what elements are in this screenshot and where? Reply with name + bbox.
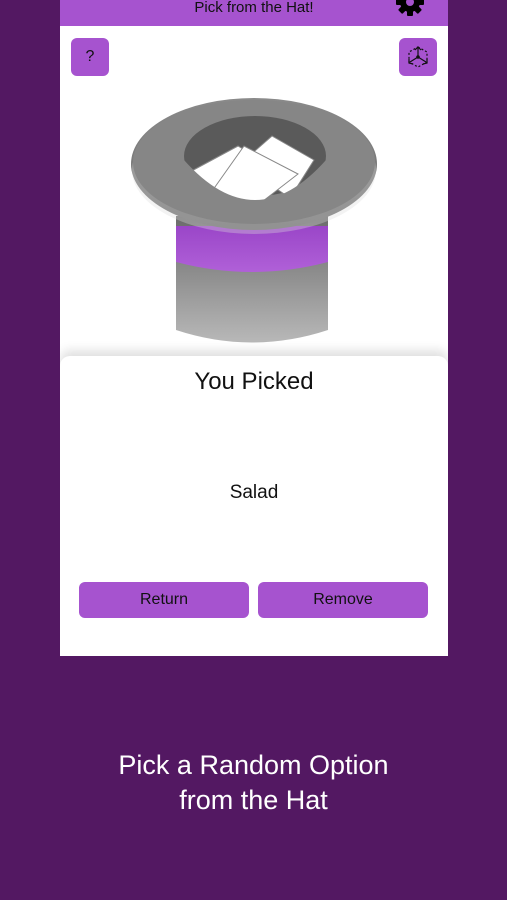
promo-caption-line1: Pick a Random Option xyxy=(118,750,389,780)
remove-button[interactable]: Remove xyxy=(258,582,428,618)
hat-illustration[interactable] xyxy=(130,90,378,350)
picked-item-text: Salad xyxy=(229,482,279,503)
app-title: Pick from the Hat! xyxy=(194,0,314,16)
return-button[interactable]: Return xyxy=(79,582,249,618)
result-heading: You Picked xyxy=(194,368,314,395)
help-button[interactable]: ? xyxy=(71,38,109,76)
shuffle-icon xyxy=(408,46,428,68)
promo-caption-line2: from the Hat xyxy=(179,785,328,815)
gear-icon[interactable] xyxy=(394,0,426,22)
app-screen: Pick from the Hat! ? You Picked Salad Re… xyxy=(60,0,448,656)
result-card: You Picked Salad Return Remove xyxy=(60,356,448,656)
shuffle-button[interactable] xyxy=(399,38,437,76)
title-bar: Pick from the Hat! xyxy=(60,0,448,26)
promo-caption: Pick a Random Option from the Hat xyxy=(0,748,507,818)
